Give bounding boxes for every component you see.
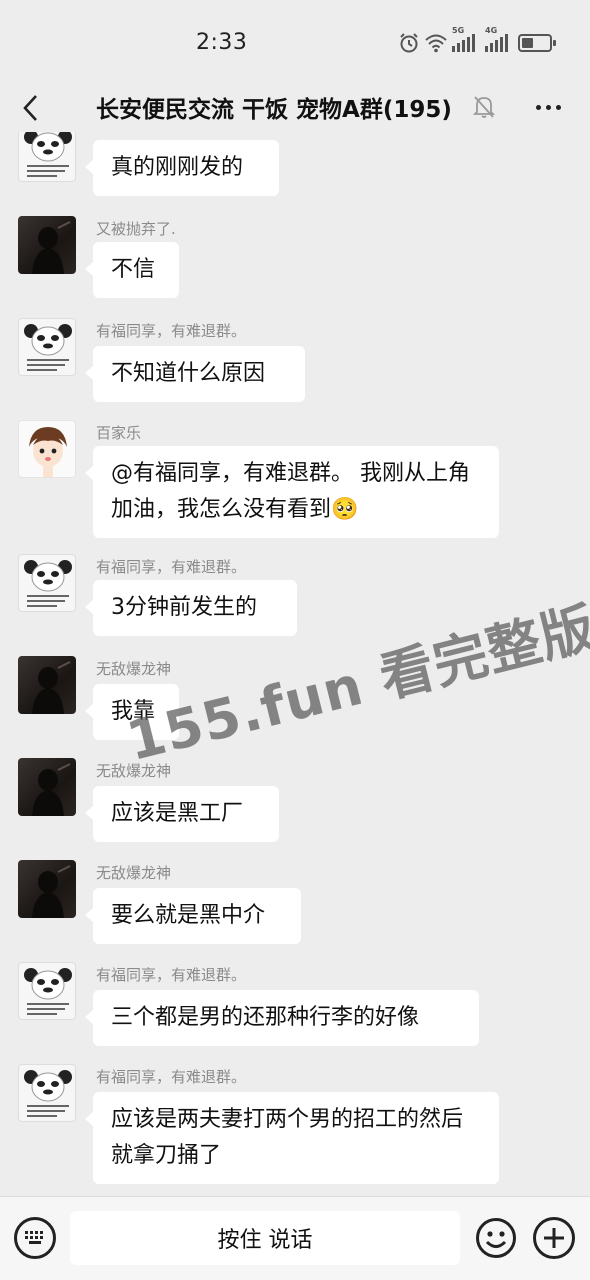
- sender-avatar[interactable]: [18, 420, 76, 478]
- sender-avatar[interactable]: [18, 132, 76, 182]
- message-bubble[interactable]: 不知道什么原因: [85, 346, 305, 402]
- signal-4g-icon: 4G: [485, 26, 508, 52]
- battery-level: [522, 38, 533, 48]
- sender-name: 有福同享，有难退群。: [96, 558, 247, 576]
- message-bubble[interactable]: 真的刚刚发的: [85, 140, 279, 196]
- sender-name: 无敌爆龙神: [96, 762, 172, 780]
- sender-avatar[interactable]: [18, 962, 76, 1020]
- emoji-button[interactable]: [475, 1217, 517, 1259]
- sender-avatar[interactable]: [18, 860, 76, 918]
- sender-avatar[interactable]: [18, 758, 76, 816]
- sender-avatar[interactable]: [18, 1064, 76, 1122]
- message-bubble[interactable]: 3分钟前发生的: [85, 580, 297, 636]
- message-bubble[interactable]: 要么就是黑中介: [85, 888, 301, 944]
- hold-to-talk-button[interactable]: 按住 说话: [70, 1211, 460, 1265]
- network-label-2: 4G: [485, 26, 498, 35]
- sender-name: 百家乐: [96, 424, 142, 442]
- message-bubble[interactable]: @有福同享，有难退群。 我刚从上角加油，我怎么没有看到🥺: [85, 446, 499, 538]
- back-button[interactable]: [14, 88, 48, 128]
- status-time: 2:33: [196, 30, 248, 55]
- sender-name: 无敌爆龙神: [96, 660, 172, 678]
- sender-name: 无敌爆龙神: [96, 864, 172, 882]
- battery-icon: [518, 34, 556, 52]
- keyboard-icon: [25, 1231, 43, 1244]
- sender-avatar[interactable]: [18, 554, 76, 612]
- sender-avatar[interactable]: [18, 318, 76, 376]
- message-bubble[interactable]: 我靠: [85, 684, 179, 740]
- sender-avatar[interactable]: [18, 216, 76, 274]
- network-label-1: 5G: [452, 26, 465, 35]
- chat-title: 长安便民交流 干饭 宠物A群(195): [96, 97, 452, 123]
- sender-avatar[interactable]: [18, 656, 76, 714]
- message-list[interactable]: 真的刚刚发的 又被抛弃了. 不信 有福同享，有难退群。 不知道什么原因 百家乐 @有福同享，…: [0, 132, 590, 1196]
- status-bar: 2:33 5G 4G: [0, 0, 590, 86]
- emoji-icon: [476, 1218, 516, 1258]
- more-button[interactable]: [530, 92, 566, 122]
- status-icons: 5G 4G: [398, 26, 556, 56]
- message-bubble[interactable]: 应该是两夫妻打两个男的招工的然后就拿刀捅了: [85, 1092, 499, 1184]
- plus-button[interactable]: [533, 1217, 575, 1259]
- sender-name: 又被抛弃了.: [96, 220, 176, 238]
- mute-bell-icon: [472, 94, 496, 124]
- wifi-icon: [424, 33, 448, 53]
- signal-5g-icon: 5G: [452, 26, 475, 52]
- chat-header: 长安便民交流 干饭 宠物A群(195): [0, 86, 590, 132]
- sender-name: 有福同享，有难退群。: [96, 1068, 247, 1086]
- sender-name: 有福同享，有难退群。: [96, 322, 247, 340]
- back-icon: [23, 95, 37, 121]
- keyboard-button[interactable]: [14, 1217, 56, 1259]
- input-bar: 按住 说话: [0, 1196, 590, 1280]
- sender-name: 有福同享，有难退群。: [96, 966, 247, 984]
- message-bubble[interactable]: 不信: [85, 242, 179, 298]
- alarm-icon: [398, 32, 420, 54]
- message-bubble[interactable]: 三个都是男的还那种行李的好像: [85, 990, 479, 1046]
- message-bubble[interactable]: 应该是黑工厂: [85, 786, 279, 842]
- hold-to-talk-label: 按住 说话: [217, 1228, 313, 1253]
- more-icon: [535, 104, 541, 110]
